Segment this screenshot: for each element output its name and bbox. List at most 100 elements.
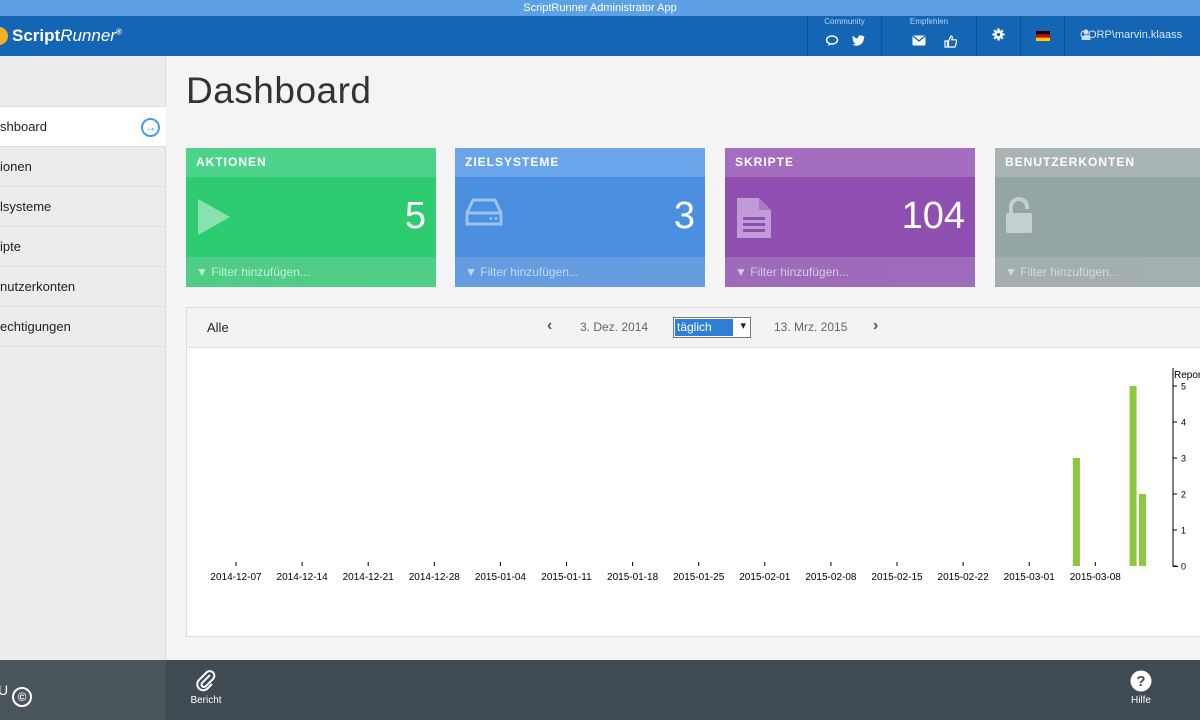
y-tick-label: 1: [1181, 526, 1186, 536]
chevron-right-icon[interactable]: ›: [873, 317, 878, 335]
filter-icon: ▼: [735, 265, 747, 279]
sidebar-item-label: nutzerkonten: [0, 279, 76, 294]
card-actions[interactable]: AKTIONEN 5 ▼ Filter hinzufügen...: [186, 148, 436, 287]
bar: [1139, 494, 1147, 566]
y-tick-label: 3: [1181, 454, 1186, 464]
x-tick-label: 2015-02-08: [805, 572, 857, 583]
x-tick-label: 2014-12-07: [210, 572, 262, 583]
sidebar-item-label: ipte: [0, 239, 21, 254]
bar: [1129, 386, 1137, 566]
language-group: [1020, 16, 1064, 56]
sidebar-item-actions[interactable]: ionen: [0, 146, 166, 186]
bar-chart: 2014-12-07 2014-12-14 2014-12-21 2014-12-28…: [210, 368, 1200, 583]
card-title: SKRIPTE: [725, 148, 975, 177]
unlock-icon: [1005, 197, 1035, 240]
sidebar-item-label: ionen: [0, 159, 32, 174]
document-icon: [735, 197, 773, 244]
help-label: Hilfe: [1130, 695, 1151, 706]
filter-icon: ▼: [196, 265, 208, 279]
german-flag-icon[interactable]: [1036, 30, 1050, 44]
window-title: ScriptRunner Administrator App: [0, 0, 1200, 16]
arrow-right-circle-icon[interactable]: →: [141, 118, 160, 137]
x-tick-label: 2014-12-14: [277, 572, 329, 583]
card-filter[interactable]: ▼ Filter hinzufügen...: [186, 257, 436, 287]
sidebar-item-label: echtigungen: [0, 319, 71, 334]
logo-registered: ®: [115, 27, 122, 37]
x-tick-label: 2015-02-22: [938, 572, 990, 583]
card-filter[interactable]: ▼ Filter hinzufügen...: [455, 257, 705, 287]
footer-left-text: U: [0, 682, 9, 698]
community-caption: Community: [824, 17, 865, 26]
chevron-left-icon[interactable]: ‹: [547, 317, 552, 335]
sidebar-item-label: shboard: [0, 119, 47, 134]
card-filter[interactable]: ▼ Filter hinzufügen...: [725, 257, 975, 287]
activity-chart-panel: Alle ‹ 3. Dez. 2014 täglich ▾ 13. Mrz. 2…: [186, 307, 1200, 637]
y-tick-label: 4: [1181, 418, 1186, 428]
app-header: ScriptRunner® Community Empfehlen CORP\m…: [0, 16, 1200, 56]
scriptrunner-logo[interactable]: ScriptRunner®: [0, 24, 122, 48]
mail-icon[interactable]: [912, 35, 926, 49]
user-name[interactable]: CORP\marvin.klaass: [1080, 29, 1182, 41]
sidebar-item-dashboard[interactable]: shboard →: [0, 106, 166, 146]
gear-icon[interactable]: [992, 28, 1005, 44]
y-tick-label: 0: [1181, 562, 1186, 572]
logo-mark-icon: [0, 27, 8, 45]
x-tick-label: 2014-12-21: [343, 572, 395, 583]
x-tick-label: 2015-01-04: [475, 572, 527, 583]
card-value: 5: [404, 195, 426, 237]
paperclip-icon: [181, 670, 231, 695]
report-label: Bericht: [190, 695, 222, 706]
sidebar-item-target-systems[interactable]: lsysteme: [0, 186, 166, 226]
bar: [1072, 458, 1080, 566]
card-value: 3: [673, 195, 695, 237]
card-scripts[interactable]: SKRIPTE 104 ▼ Filter hinzufügen...: [725, 148, 975, 287]
sidebar-item-scripts[interactable]: ipte: [0, 226, 166, 266]
card-value: 104: [901, 195, 965, 237]
x-tick-label: 2015-01-18: [607, 572, 659, 583]
chat-icon[interactable]: [825, 35, 840, 50]
community-group: Community: [807, 16, 881, 56]
logo-text-italic: Runner: [60, 26, 116, 45]
footer-bar: U © Bericht ? Hilfe: [0, 660, 1200, 720]
y-tick-label: 5: [1181, 382, 1186, 392]
recommend-caption: Empfehlen: [909, 17, 949, 26]
report-button[interactable]: Bericht: [181, 670, 231, 706]
twitter-icon[interactable]: [852, 35, 865, 49]
card-title: BENUTZERKONTEN: [995, 148, 1200, 177]
help-icon: ?: [1116, 670, 1166, 695]
footer-left: U ©: [0, 660, 166, 720]
play-icon: [196, 197, 232, 242]
y-tick-label: 2: [1181, 490, 1186, 500]
y-axis-label: Repor: [1174, 370, 1200, 381]
start-date[interactable]: 3. Dez. 2014: [580, 320, 648, 334]
x-tick-label: 2014-12-28: [409, 572, 461, 583]
filter-label: Filter hinzufügen...: [480, 265, 579, 279]
hard-drive-icon: [465, 197, 503, 232]
copyright-icon[interactable]: ©: [12, 687, 32, 707]
filter-label: Filter hinzufügen...: [211, 265, 310, 279]
recommend-group: Empfehlen: [881, 16, 976, 56]
logo-text: Script: [12, 26, 61, 45]
sidebar-item-permissions[interactable]: echtigungen: [0, 306, 166, 347]
card-title: ZIELSYSTEME: [455, 148, 705, 177]
scope-filter[interactable]: Alle: [207, 320, 229, 335]
x-tick-label: 2015-03-01: [1004, 572, 1056, 583]
card-user-accounts[interactable]: BENUTZERKONTEN ▼ Filter hinzufügen...: [995, 148, 1200, 287]
x-tick-label: 2015-03-08: [1070, 572, 1122, 583]
settings-group: [976, 16, 1020, 56]
svg-text:?: ?: [1136, 673, 1145, 690]
filter-label: Filter hinzufügen...: [750, 265, 849, 279]
sidebar-item-user-accounts[interactable]: nutzerkonten: [0, 266, 166, 306]
x-tick-label: 2015-02-01: [739, 572, 791, 583]
end-date[interactable]: 13. Mrz. 2015: [774, 320, 847, 334]
sidebar-item-label: lsysteme: [0, 199, 52, 214]
chart-toolbar: Alle ‹ 3. Dez. 2014 täglich ▾ 13. Mrz. 2…: [187, 308, 1200, 348]
interval-select[interactable]: täglich ▾: [673, 317, 751, 338]
thumbs-up-icon[interactable]: [944, 35, 958, 51]
help-button[interactable]: ? Hilfe: [1116, 670, 1166, 706]
card-target-systems[interactable]: ZIELSYSTEME 3 ▼ Filter hinzufügen...: [455, 148, 705, 287]
x-tick-label: 2015-01-25: [673, 572, 725, 583]
card-filter[interactable]: ▼ Filter hinzufügen...: [995, 257, 1200, 287]
filter-label: Filter hinzufügen...: [1020, 265, 1119, 279]
filter-icon: ▼: [465, 265, 477, 279]
